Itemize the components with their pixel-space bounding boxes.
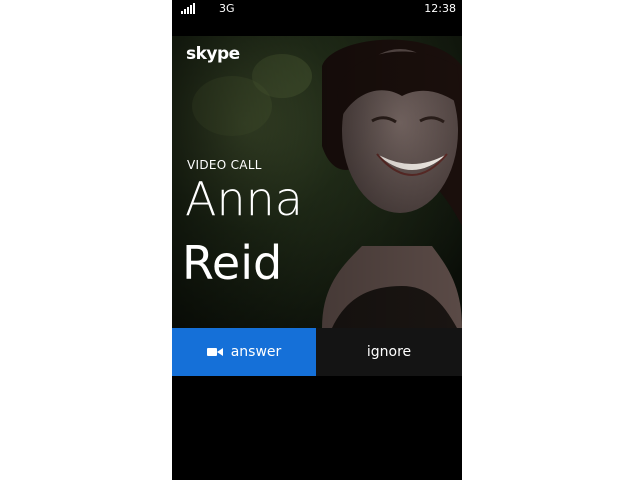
caller-photo: skype VIDEO CALL Anna Reid xyxy=(172,36,462,328)
skype-logo: skype xyxy=(186,44,240,64)
caller-first-name: Anna xyxy=(185,172,303,226)
network-type: 3G xyxy=(219,2,235,15)
call-action-bar: answer ignore xyxy=(172,328,462,376)
signal-strength-icon xyxy=(181,3,199,14)
caller-last-name: Reid xyxy=(182,236,283,290)
ignore-label: ignore xyxy=(366,344,412,360)
video-camera-icon xyxy=(206,347,223,357)
call-type-label: VIDEO CALL xyxy=(187,158,262,172)
clock: 12:38 xyxy=(424,2,456,15)
incoming-call-screen: 3G 12:38 skype VIDEO CALL Anna Reid answ… xyxy=(172,0,462,480)
answer-button[interactable]: answer xyxy=(172,328,316,376)
status-bar: 3G 12:38 xyxy=(172,0,462,18)
answer-label: answer xyxy=(230,344,282,360)
ignore-button[interactable]: ignore xyxy=(316,328,462,376)
